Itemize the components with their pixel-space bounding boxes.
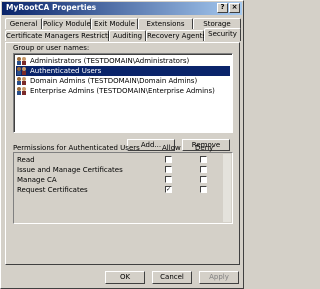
allow-request-certificates-checkbox[interactable]: ✓ [165, 186, 172, 193]
apply-button[interactable]: Apply [199, 271, 239, 284]
users-icon [16, 87, 28, 95]
permission-row: Issue and Manage Certificates [17, 166, 123, 174]
list-item[interactable]: Administrators (TESTDOMAIN\Administrator… [16, 56, 230, 66]
tab-general[interactable]: General [5, 18, 42, 29]
list-item[interactable]: Enterprise Admins (TESTDOMAIN\Enterprise… [16, 86, 230, 96]
permissions-label: Permissions for Authenticated Users [13, 144, 140, 152]
permission-row: Request Certificates [17, 186, 88, 194]
tab-certificate-managers-restrictions[interactable]: Certificate Managers Restrictions [5, 30, 122, 41]
tab-recovery-agents[interactable]: Recovery Agents [146, 30, 206, 41]
cancel-button[interactable]: Cancel [152, 271, 192, 284]
permission-row: Manage CA [17, 176, 57, 184]
ok-button[interactable]: OK [105, 271, 145, 284]
permissions-scrollbar[interactable] [223, 154, 231, 222]
close-button[interactable]: × [229, 3, 240, 13]
allow-header: Allow [162, 144, 181, 152]
list-item-selected[interactable]: Authenticated Users [16, 66, 230, 76]
allow-issue-manage-checkbox[interactable] [165, 166, 172, 173]
tab-exit-module[interactable]: Exit Module [91, 18, 138, 29]
deny-header: Deny [195, 144, 214, 152]
users-icon [16, 67, 28, 75]
title-bar: MyRootCA Properties ? × [2, 2, 242, 15]
tab-policy-module[interactable]: Policy Module [42, 18, 91, 29]
help-button[interactable]: ? [217, 3, 228, 13]
tab-security[interactable]: Security [204, 28, 241, 41]
deny-read-checkbox[interactable] [200, 156, 207, 163]
deny-issue-manage-checkbox[interactable] [200, 166, 207, 173]
tab-extensions[interactable]: Extensions [138, 18, 193, 29]
allow-read-checkbox[interactable] [165, 156, 172, 163]
users-icon [16, 77, 28, 85]
security-panel: Group or user names: Administrators (TES… [5, 42, 240, 265]
list-item[interactable]: Domain Admins (TESTDOMAIN\Domain Admins) [16, 76, 230, 86]
deny-request-certificates-checkbox[interactable] [200, 186, 207, 193]
group-label: Group or user names: [13, 44, 90, 52]
allow-manage-ca-checkbox[interactable] [165, 176, 172, 183]
properties-dialog: MyRootCA Properties ? × General Policy M… [0, 0, 244, 289]
users-icon [16, 57, 28, 65]
tab-auditing[interactable]: Auditing [109, 30, 146, 41]
tab-row-2: Certificate Managers Restrictions Auditi… [5, 28, 241, 41]
permission-row: Read [17, 156, 35, 164]
deny-manage-ca-checkbox[interactable] [200, 176, 207, 183]
window-title: MyRootCA Properties [6, 3, 97, 12]
permissions-list: Read Issue and Manage Certificates Manag… [13, 152, 233, 224]
user-list[interactable]: Administrators (TESTDOMAIN\Administrator… [13, 53, 233, 133]
